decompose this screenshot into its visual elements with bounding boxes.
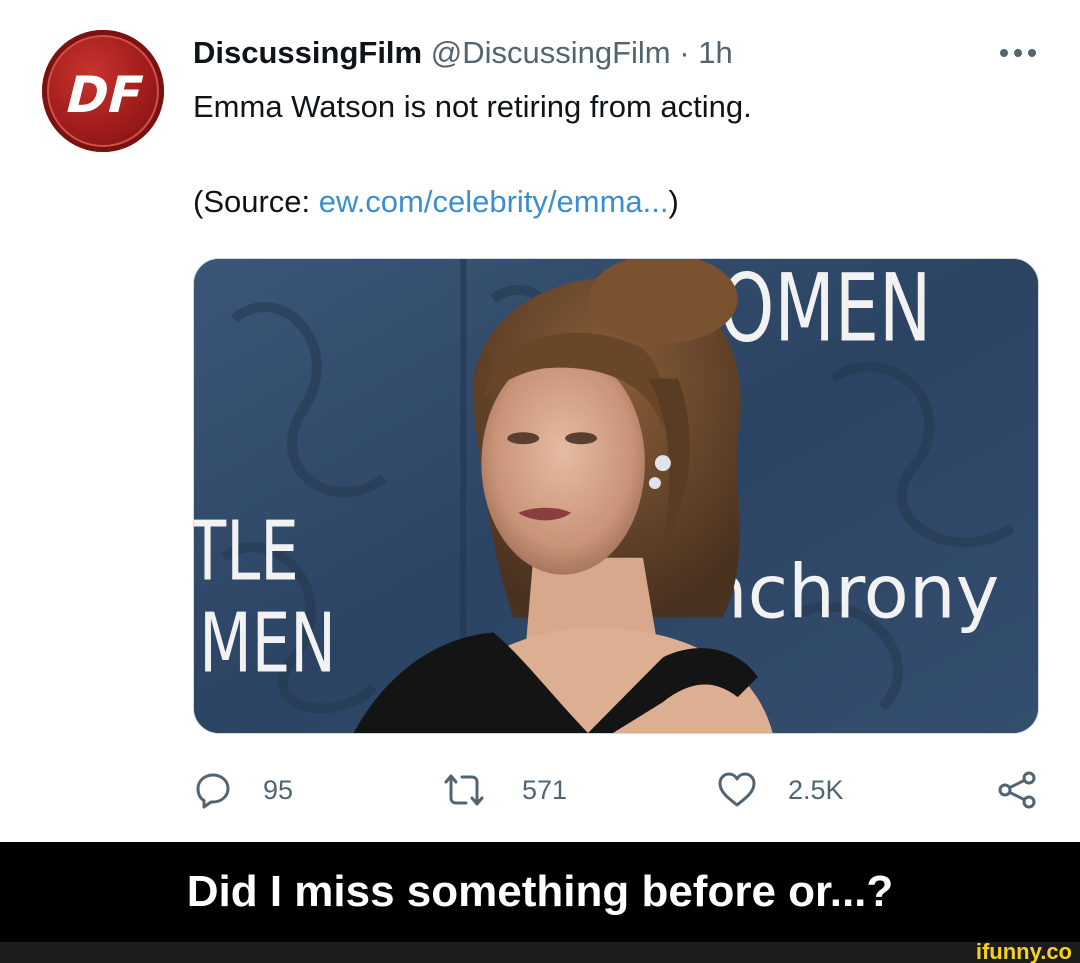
tweet-card[interactable]: DF DiscussingFilm @DiscussingFilm · 1h E… [0, 0, 1080, 842]
avatar[interactable]: DF [42, 30, 164, 152]
meme-caption: Did I miss something before or...? [186, 867, 894, 916]
source-link[interactable]: ew.com/celebrity/emma... [319, 184, 669, 219]
backdrop-text-right: nchrony [701, 551, 1000, 636]
footer-bar: ifunny.co [0, 939, 1080, 963]
tweet-photo[interactable]: OMEN TLE MEN nchrony [193, 258, 1039, 734]
discussingfilm-logo-icon: DF [60, 66, 150, 124]
ifunny-watermark: ifunny.co [975, 939, 1072, 963]
source-prefix: (Source: [193, 184, 319, 219]
share-icon [998, 771, 1036, 809]
tweet-actions: 95 571 2.5K [0, 760, 1080, 820]
timestamp[interactable]: 1h [698, 35, 732, 70]
tweet-text: Emma Watson is not retiring from acting. [193, 89, 752, 124]
tweet-source: (Source: ew.com/celebrity/emma...) [193, 182, 679, 222]
reply-count: 95 [263, 774, 294, 805]
like-count: 2.5K [788, 774, 844, 805]
avatar-logo-text: DF [60, 66, 150, 124]
backdrop-text-top: OMEN [719, 259, 931, 363]
separator-dot: · [679, 35, 690, 70]
like-button[interactable]: 2.5K [716, 760, 844, 820]
photo-illustration: OMEN TLE MEN nchrony [194, 259, 1038, 733]
like-icon [718, 772, 756, 807]
retweet-count: 571 [522, 774, 568, 805]
tweet-header: DiscussingFilm @DiscussingFilm · 1h [193, 33, 733, 73]
retweet-button[interactable]: 571 [440, 760, 567, 820]
retweet-icon [444, 774, 484, 806]
reply-icon [196, 773, 230, 809]
handle[interactable]: @DiscussingFilm [431, 35, 671, 70]
backdrop-text-left-2: MEN [199, 596, 336, 691]
display-name[interactable]: DiscussingFilm [193, 35, 422, 70]
backdrop-text-left-1: TLE [194, 505, 299, 600]
share-button[interactable] [996, 760, 1040, 820]
meme-caption-bar: Did I miss something before or...? [0, 842, 1080, 942]
more-icon[interactable] [998, 46, 1038, 60]
source-suffix: ) [668, 184, 679, 219]
reply-button[interactable]: 95 [193, 760, 293, 820]
